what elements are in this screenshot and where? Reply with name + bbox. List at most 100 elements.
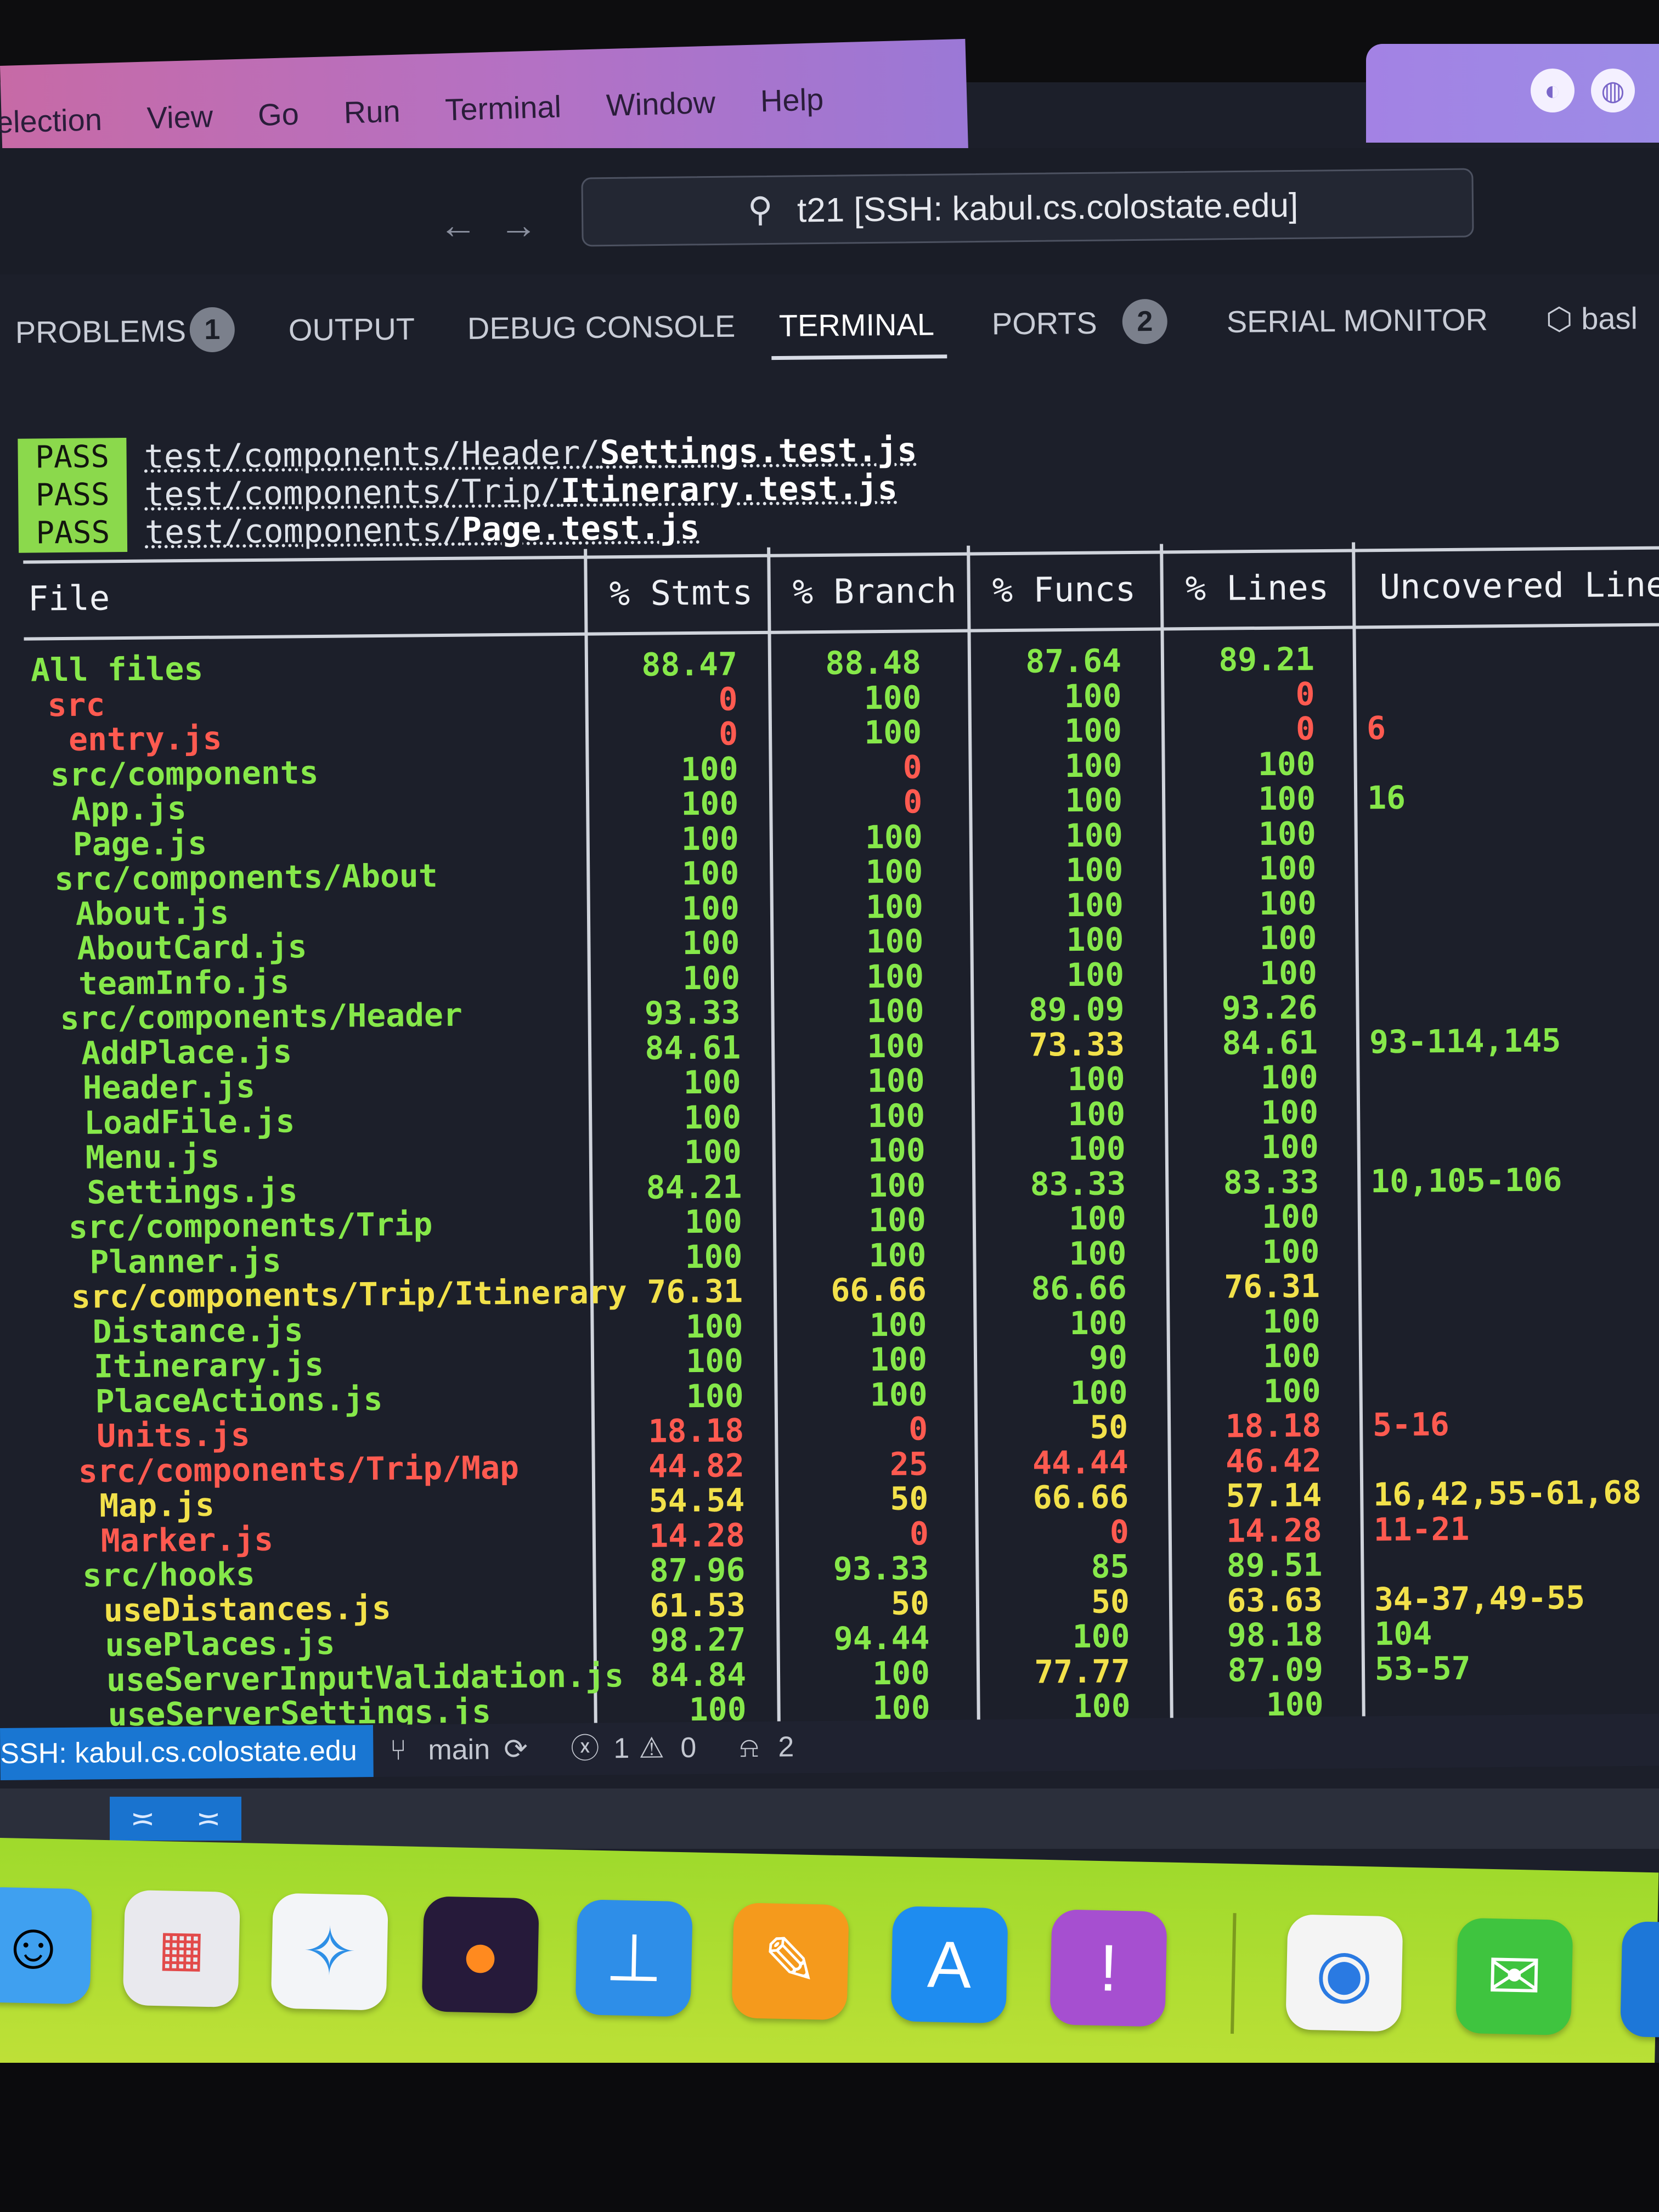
branch-icon: ⑂ <box>390 1734 407 1767</box>
lines-value: 100 <box>1258 814 1317 853</box>
keynote-icon[interactable]: ⊥ <box>575 1899 693 2017</box>
stmts-value: 100 <box>682 924 740 962</box>
file-name: useDistances.js <box>103 1589 392 1629</box>
menu-view[interactable]: View <box>146 98 213 136</box>
lines-value: 100 <box>1262 1302 1321 1340</box>
branch-value: 0 <box>909 1514 929 1553</box>
status-menu-icon[interactable]: ◐ <box>1531 69 1575 112</box>
app-store-icon[interactable]: A <box>890 1906 1008 2024</box>
lines-value: 100 <box>1259 849 1317 888</box>
branch-value: 100 <box>867 1096 926 1135</box>
stmts-value: 87.96 <box>649 1551 746 1589</box>
tab-debug-console[interactable]: DEBUG CONSOLE <box>467 308 736 346</box>
terminal-output[interactable]: PASS PASS PASS test/components/Header/Se… <box>0 403 1659 1773</box>
stmts-value: 76.31 <box>647 1272 743 1311</box>
tab-terminal[interactable]: TERMINAL <box>779 306 935 343</box>
funcs-value: 66.66 <box>1032 1478 1129 1516</box>
safari-icon[interactable]: ✧ <box>270 1893 388 2011</box>
branch-value: 88.48 <box>825 644 922 682</box>
lines-value: 100 <box>1259 884 1317 922</box>
uncovered-lines: 93-114,145 <box>1369 1021 1561 1060</box>
warning-count[interactable]: 0 <box>680 1722 697 1774</box>
lines-value: 14.28 <box>1226 1511 1323 1550</box>
feedback-icon[interactable]: ! <box>1049 1909 1167 2027</box>
branch-value: 100 <box>867 1131 926 1170</box>
branch-value: 94.44 <box>833 1619 930 1657</box>
funcs-value: 100 <box>1064 712 1122 750</box>
error-count[interactable]: 1 <box>613 1723 630 1775</box>
lower-panel: ≍ ≍ <box>0 1788 1659 1849</box>
screen: election View Go Run Terminal Window Hel… <box>0 0 1659 2212</box>
ports-count[interactable]: 2 <box>778 1721 794 1773</box>
command-center[interactable]: ⚲ t21 [SSH: kabul.cs.colostate.edu] <box>581 168 1474 247</box>
remote-button-icon[interactable]: ≍ <box>176 1797 241 1841</box>
dock-separator <box>1231 1913 1237 2034</box>
sync-icon[interactable]: ⟳ <box>504 1724 528 1776</box>
globe-icon[interactable]: ◍ <box>1591 69 1635 112</box>
file-name: src/components/Trip <box>68 1205 433 1246</box>
uncovered-lines: 104 <box>1374 1615 1432 1653</box>
branch-value: 100 <box>864 678 922 716</box>
stmts-value: 0 <box>718 680 738 718</box>
finder-icon[interactable]: ☺ <box>0 1887 93 2005</box>
branch-value: 100 <box>866 992 924 1030</box>
tab-ports[interactable]: PORTS <box>992 305 1097 342</box>
menu-help[interactable]: Help <box>760 81 824 119</box>
remote-button-icon[interactable]: ≍ <box>110 1797 176 1841</box>
search-icon: ⚲ <box>747 190 773 229</box>
pages-icon[interactable]: ✎ <box>731 1903 849 2021</box>
wechat-icon[interactable]: ✉ <box>1455 1917 1573 2036</box>
vscode-icon[interactable]: › <box>1620 1921 1659 2039</box>
lines-value: 63.63 <box>1227 1581 1323 1620</box>
tab-problems[interactable]: PROBLEMS <box>15 313 187 350</box>
lines-value: 89.21 <box>1218 640 1315 679</box>
remote-label: SSH: kabul.cs.colostate.edu <box>0 1735 357 1770</box>
launchpad-icon[interactable]: ▦ <box>122 1889 241 2008</box>
branch-value: 100 <box>868 1235 927 1274</box>
uncovered-lines: 53-57 <box>1374 1649 1471 1688</box>
pass-label: PASS <box>35 477 110 514</box>
tab-bash[interactable]: ⬡ basl <box>1545 300 1638 337</box>
pass-label: PASS <box>36 515 110 551</box>
lines-value: 83.33 <box>1223 1163 1319 1201</box>
stmts-value: 84.21 <box>646 1167 742 1206</box>
header-lines: % Lines <box>1185 567 1329 609</box>
stmts-value: 100 <box>683 1063 741 1102</box>
branch-value: 0 <box>902 783 923 821</box>
branch-value: 0 <box>908 1410 928 1448</box>
pass-labels: PASS PASS PASS <box>18 437 128 553</box>
funcs-value: 100 <box>1065 816 1124 854</box>
test-file-path: test/components/Page.test.js <box>144 508 700 552</box>
uncovered-lines: 16,42,55-61,68 <box>1373 1473 1642 1514</box>
stmts-value: 100 <box>685 1307 743 1345</box>
branch-value: 93.33 <box>833 1549 929 1588</box>
test-file-path: test/components/Trip/Itinerary.test.js <box>144 469 898 514</box>
menu-window[interactable]: Window <box>606 84 716 123</box>
menu-go[interactable]: Go <box>257 96 299 133</box>
funcs-value: 89.09 <box>1028 990 1125 1029</box>
tab-serial-monitor[interactable]: SERIAL MONITOR <box>1226 302 1488 340</box>
remote-indicator[interactable]: SSH: kabul.cs.colostate.edu <box>0 1725 374 1780</box>
error-icon: ⓧ <box>571 1733 600 1765</box>
back-arrow-icon[interactable]: ← <box>439 204 499 246</box>
chrome-icon[interactable]: ◉ <box>1285 1914 1403 2032</box>
uncovered-lines: 6 <box>1366 709 1386 747</box>
stmts-value: 100 <box>681 854 740 893</box>
menu-run[interactable]: Run <box>343 93 401 131</box>
coverage-table-body: All files 88.47 88.48 87.64 89.21 src 0 100 100 0… <box>0 403 1659 1733</box>
file-name: src/components/Trip/Map <box>78 1448 520 1490</box>
firefox-icon[interactable]: ● <box>421 1896 539 2014</box>
header-uncovered: Uncovered Line <box>1379 564 1659 607</box>
branch-value: 100 <box>865 817 923 856</box>
forward-arrow-icon[interactable]: → <box>499 204 560 246</box>
funcs-value: 100 <box>1064 676 1122 715</box>
lines-value: 98.18 <box>1227 1616 1323 1654</box>
menu-selection[interactable]: election <box>0 101 103 140</box>
lines-value: 93.26 <box>1221 989 1318 1027</box>
stmts-value: 100 <box>686 1342 744 1380</box>
tab-output[interactable]: OUTPUT <box>289 311 415 348</box>
menu-terminal[interactable]: Terminal <box>444 88 562 127</box>
funcs-value: 50 <box>1091 1582 1130 1621</box>
bezel-bottom <box>0 2063 1659 2212</box>
branch-name[interactable]: main <box>428 1724 490 1776</box>
